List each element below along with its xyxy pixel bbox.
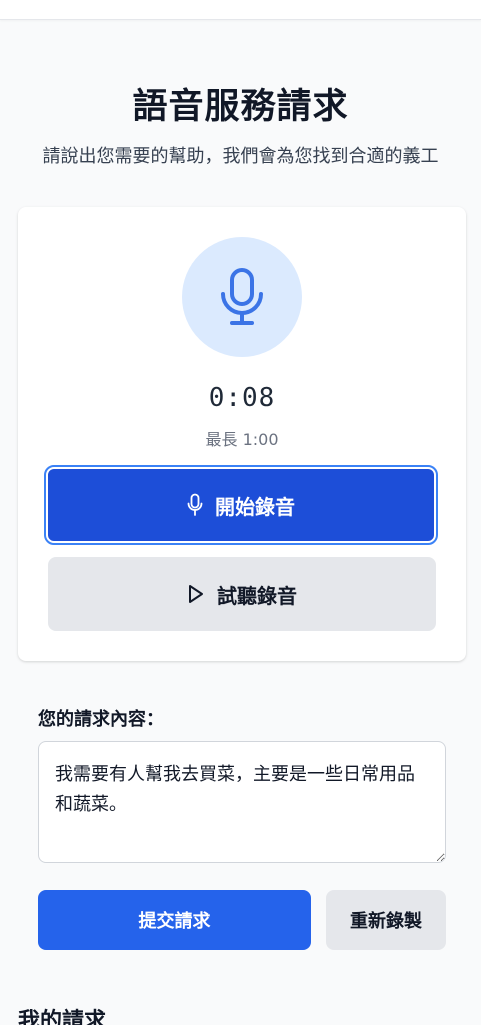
max-length-label: 最長 1:00 [205,430,279,449]
start-recording-button[interactable]: 開始錄音 [44,465,438,545]
preview-recording-label: 試聽錄音 [217,583,297,608]
microphone-icon [182,237,302,357]
rerecord-button[interactable]: 重新錄製 [326,890,446,950]
submit-request-button[interactable]: 提交請求 [38,890,311,950]
top-bar [0,0,481,20]
page-subtitle: 請說出您需要的幫助，我們會為您找到合適的義工 [42,146,439,167]
start-recording-label: 開始錄音 [215,494,295,519]
page-title: 語音服務請求 [132,87,349,127]
recording-timer: 0:08 [208,383,276,413]
preview-recording-button[interactable]: 試聽錄音 [48,557,436,631]
play-icon [187,584,205,604]
microphone-icon [187,493,203,517]
recorder-card: 0:08 最長 1:00 開始錄音 試聽錄音 [18,207,466,661]
my-requests-heading: 我的請求 [18,1009,107,1025]
request-content-textarea[interactable]: 我需要有人幫我去買菜，主要是一些日常用品和蔬菜。 [38,741,446,863]
request-content-label: 您的請求內容： [38,709,164,730]
